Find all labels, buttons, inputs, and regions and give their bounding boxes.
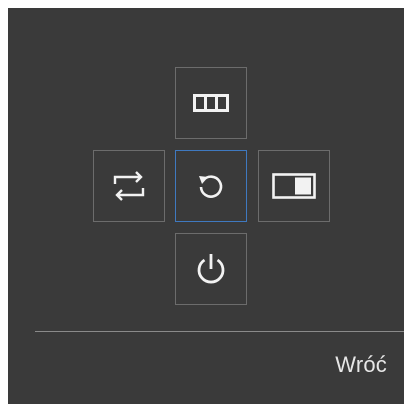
picture-mode-button[interactable] [175, 67, 247, 139]
picture-mode-icon [193, 94, 229, 112]
picture-size-button[interactable] [258, 150, 330, 222]
source-switch-icon [109, 168, 149, 204]
picture-size-icon [272, 173, 316, 199]
power-icon [194, 251, 228, 287]
power-button[interactable] [175, 233, 247, 305]
return-icon [194, 169, 228, 203]
screen: Wróć [0, 0, 412, 412]
source-switch-button[interactable] [93, 150, 165, 222]
return-button[interactable] [175, 150, 247, 222]
control-panel: Wróć [8, 8, 404, 404]
back-button[interactable]: Wróć [335, 352, 387, 378]
divider [35, 331, 404, 332]
